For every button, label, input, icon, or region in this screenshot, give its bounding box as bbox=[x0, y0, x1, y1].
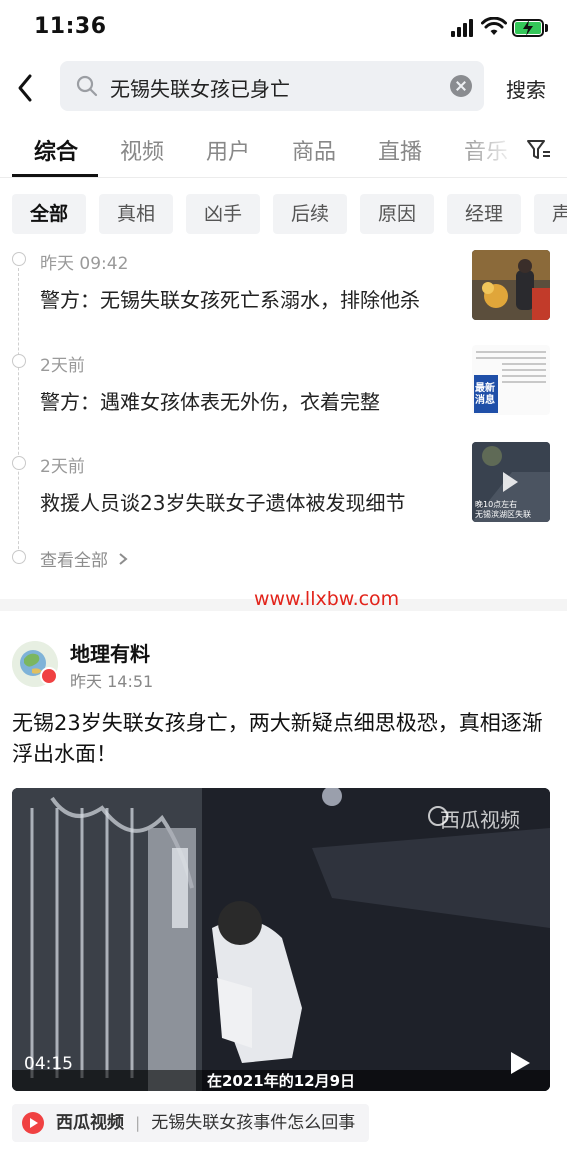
timeline-dot bbox=[12, 550, 26, 564]
see-all-label[interactable]: 查看全部 bbox=[40, 551, 108, 571]
watermark-text: www.llxbw.com bbox=[254, 588, 400, 610]
post-time: 昨天 14:51 bbox=[70, 672, 154, 691]
category-tabs: 综合 视频 用户 商品 直播 音乐 bbox=[0, 128, 567, 178]
thumbnail-text: 最新 消息 bbox=[475, 383, 495, 406]
search-query[interactable]: 无锡失联女孩已身亡 bbox=[110, 73, 290, 102]
tab-users[interactable]: 用户 bbox=[206, 134, 250, 166]
status-bar: 11:36 bbox=[0, 0, 567, 56]
chip-truth[interactable]: 真相 bbox=[99, 194, 173, 234]
author-name[interactable]: 地理有料 bbox=[70, 638, 150, 667]
source-title[interactable]: 无锡失联女孩事件怎么回事 bbox=[151, 1104, 355, 1142]
back-arrow-icon[interactable] bbox=[12, 70, 40, 106]
battery-charging-icon bbox=[512, 19, 544, 37]
search-input[interactable]: 无锡失联女孩已身亡 bbox=[60, 61, 484, 111]
search-button[interactable]: 搜索 bbox=[506, 74, 546, 103]
timeline-dot bbox=[12, 354, 26, 368]
video-logo: 西瓜视频 bbox=[440, 808, 520, 832]
chip-murderer[interactable]: 凶手 bbox=[186, 194, 260, 234]
timeline-line bbox=[18, 268, 19, 564]
play-icon[interactable] bbox=[508, 1050, 532, 1076]
source-separator: | bbox=[135, 1114, 141, 1132]
timeline-dot bbox=[12, 456, 26, 470]
news-thumbnail[interactable]: 最新 消息 bbox=[472, 345, 550, 415]
thumbnail-text: 晚10点左右 无锡滨湖区失联 bbox=[475, 500, 531, 519]
tab-live[interactable]: 直播 bbox=[378, 134, 422, 166]
cellular-signal-icon bbox=[451, 19, 475, 37]
timeline-title[interactable]: 救援人员谈23岁失联女子遗体被发现细节 bbox=[40, 487, 405, 516]
timeline-title[interactable]: 警方：遇难女孩体表无外伤，衣着完整 bbox=[40, 386, 380, 415]
battery-cap bbox=[545, 24, 548, 32]
video-player[interactable]: 西瓜视频 04:15 在2021年的12月9日 bbox=[12, 788, 550, 1091]
status-time: 11:36 bbox=[34, 14, 107, 39]
timeline-dot bbox=[12, 252, 26, 266]
wifi-icon bbox=[481, 17, 507, 35]
clear-icon[interactable] bbox=[450, 75, 472, 97]
tab-all[interactable]: 综合 bbox=[34, 134, 78, 166]
active-tab-indicator bbox=[12, 174, 98, 177]
chip-all[interactable]: 全部 bbox=[12, 194, 86, 234]
timeline-title[interactable]: 警方：无锡失联女孩死亡系溺水，排除他杀 bbox=[40, 284, 420, 313]
chip-followup[interactable]: 后续 bbox=[273, 194, 347, 234]
timeline-time: 2天前 bbox=[40, 457, 85, 477]
filter-icon[interactable] bbox=[526, 138, 552, 162]
chip-manager[interactable]: 经理 bbox=[447, 194, 521, 234]
chip-reason[interactable]: 原因 bbox=[360, 194, 434, 234]
chip-sound[interactable]: 声 bbox=[534, 194, 567, 234]
filter-chips: 全部 真相 凶手 后续 原因 经理 声 bbox=[0, 194, 567, 234]
tab-video[interactable]: 视频 bbox=[120, 134, 164, 166]
source-bar[interactable]: 西瓜视频 | 无锡失联女孩事件怎么回事 bbox=[12, 1104, 370, 1142]
video-badge-icon bbox=[40, 667, 58, 685]
tab-products[interactable]: 商品 bbox=[292, 134, 336, 166]
chevron-right-icon bbox=[119, 553, 128, 565]
video-caption: 在2021年的12月9日 bbox=[206, 1072, 356, 1090]
see-all-link[interactable]: 查看全部 bbox=[40, 546, 129, 571]
video-frame bbox=[12, 788, 550, 1091]
tab-fade bbox=[455, 128, 525, 174]
timeline-time: 昨天 09:42 bbox=[40, 254, 129, 274]
xigua-video-icon bbox=[22, 1112, 44, 1134]
news-thumbnail[interactable] bbox=[472, 250, 550, 320]
news-thumbnail[interactable]: 晚10点左右 无锡滨湖区失联 bbox=[472, 442, 550, 522]
post-text[interactable]: 无锡23岁失联女孩身亡，两大新疑点细思极恐，真相逐渐浮出水面！ bbox=[12, 708, 552, 770]
source-name[interactable]: 西瓜视频 bbox=[56, 1104, 124, 1142]
timeline-time: 2天前 bbox=[40, 356, 85, 376]
search-icon bbox=[76, 75, 98, 97]
